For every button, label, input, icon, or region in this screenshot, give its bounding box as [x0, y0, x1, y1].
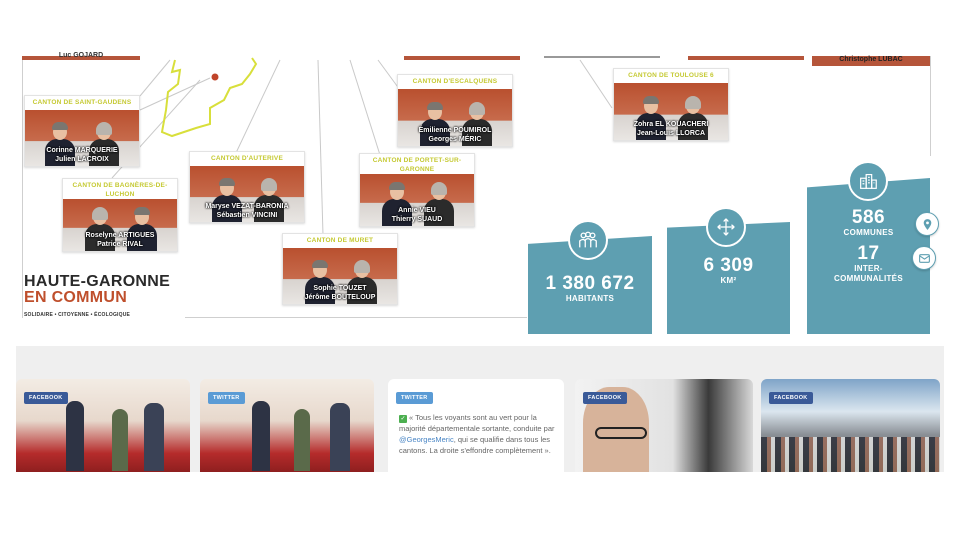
stat-label: HABITANTS — [565, 294, 615, 303]
canton-title: CANTON DE TOULOUSE 6 — [614, 69, 728, 83]
logo-line: EN COMMUN — [24, 289, 128, 306]
people-icon — [568, 220, 608, 260]
candidate-name: Maryse VEZAT-BARONIA — [205, 203, 289, 210]
canton-card[interactable]: CANTON DE MURET Sophie TOUZET Jérôme BOU… — [282, 233, 398, 305]
candidates-photo: Annie VIEU Thierry SUAUD — [360, 174, 474, 226]
candidate-names: Émilienne POUMIROL Georges MÉRIC — [398, 127, 512, 144]
area-arrows-icon — [706, 207, 746, 247]
canton-card[interactable]: CANTON DE PORTET-SUR-GARONNE Annie VIEU … — [359, 153, 475, 227]
candidate-name: Corinne MARQUERIE — [46, 147, 118, 154]
buildings-icon — [848, 161, 888, 201]
stat-value: 1 380 672 — [545, 273, 635, 294]
twitter-badge: TWITTER — [396, 392, 433, 404]
canton-title: CANTON DE SAINT-GAUDENS — [25, 96, 139, 110]
logo-tagline: SOLIDAIRE • CITOYENNE • ÉCOLOGIQUE — [24, 312, 131, 318]
stat-label: INTER- COMMUNALITÉS — [834, 264, 903, 283]
candidate-name: Georges MÉRIC — [428, 135, 482, 143]
candidate-names: Corinne MARQUERIE Julien LACROIX — [25, 147, 139, 164]
canton-card[interactable]: CANTON D'ESCALQUENS Émilienne POUMIROL G… — [397, 74, 513, 147]
canton-card[interactable]: CANTON DE BAGNÈRES-DE-LUCHON Roselyne AR… — [62, 178, 178, 252]
candidates-photo: Émilienne POUMIROL Georges MÉRIC — [398, 89, 512, 146]
candidates-photo: Zohra EL KOUACHERI Jean-Louis LLORCA — [614, 83, 728, 140]
haute-garonne-en-commun-logo[interactable]: HAUTE-GARONNE EN COMMUN SOLIDAIRE • CITO… — [24, 273, 171, 319]
candidate-name: Thierry SUAUD — [391, 215, 443, 223]
candidate-names: Maryse VEZAT-BARONIA Sébastien VINCINI — [190, 203, 304, 220]
candidate-names: Annie VIEU Thierry SUAUD — [360, 207, 474, 224]
candidate-names: Zohra EL KOUACHERI Jean-Louis LLORCA — [614, 121, 728, 138]
candidate-name: Jérôme BOUTELOUP — [304, 293, 376, 301]
candidates-photo: Sophie TOUZET Jérôme BOUTELOUP — [283, 248, 397, 304]
tweet-post[interactable]: TWITTER ✓ « Tous les voyants sont au vert… — [388, 379, 564, 472]
canton-title: CANTON DE MURET — [283, 234, 397, 248]
social-post[interactable]: FACEBOOK — [16, 379, 190, 472]
stat-value: 6 309 — [703, 255, 754, 276]
canton-title: CANTON D'AUTERIVE — [190, 152, 304, 166]
candidate-names: Sophie TOUZET Jérôme BOUTELOUP — [283, 285, 397, 302]
canton-title: CANTON DE PORTET-SUR-GARONNE — [360, 154, 474, 174]
candidate-name: Sébastien VINCINI — [216, 211, 278, 219]
mail-icon[interactable] — [912, 246, 936, 270]
twitter-badge: TWITTER — [208, 392, 245, 404]
facebook-badge: FACEBOOK — [24, 392, 68, 404]
stat-label: KM² — [720, 276, 737, 285]
page: Luc GOJARD Christophe LUBAC CANTON DE SA… — [0, 0, 960, 540]
location-pin-icon[interactable] — [915, 212, 939, 236]
candidate-name: Émilienne POUMIROL — [418, 127, 492, 134]
canton-card[interactable]: CANTON DE TOULOUSE 6 Zohra EL KOUACHERI … — [613, 68, 729, 141]
candidate-name: Roselyne ARTIGUES — [85, 232, 155, 239]
candidate-name: Patrice RIVAL — [97, 240, 143, 248]
check-icon: ✓ — [399, 415, 407, 423]
candidate-name: Sophie TOUZET — [313, 285, 367, 292]
candidate-name: Julien LACROIX — [55, 155, 109, 163]
logo-line: HAUTE-GARONNE — [24, 273, 171, 290]
candidate-name: Annie VIEU — [398, 207, 436, 214]
social-post[interactable]: FACEBOOK — [575, 379, 753, 472]
facebook-badge: FACEBOOK — [769, 392, 813, 404]
facebook-badge: FACEBOOK — [583, 392, 627, 404]
candidates-photo: Maryse VEZAT-BARONIA Sébastien VINCINI — [190, 166, 304, 222]
social-post[interactable]: TWITTER — [200, 379, 374, 472]
candidates-photo: Corinne MARQUERIE Julien LACROIX — [25, 110, 139, 166]
stat-label: COMMUNES — [843, 228, 894, 237]
canton-card[interactable]: CANTON D'AUTERIVE Maryse VEZAT-BARONIA S… — [189, 151, 305, 223]
tweet-body: « Tous les voyants sont au vert pour la … — [399, 413, 555, 433]
social-post[interactable]: FACEBOOK — [761, 379, 940, 472]
candidate-name: Jean-Louis LLORCA — [636, 129, 706, 137]
stat-value: 586 — [851, 207, 886, 228]
tweet-text: ✓ « Tous les voyants sont au vert pour la… — [399, 412, 557, 456]
candidates-photo: Roselyne ARTIGUES Patrice RIVAL — [63, 199, 177, 251]
candidate-names: Roselyne ARTIGUES Patrice RIVAL — [63, 232, 177, 249]
candidate-name: Zohra EL KOUACHERI — [633, 121, 709, 128]
canton-title: CANTON DE BAGNÈRES-DE-LUCHON — [63, 179, 177, 199]
canton-card[interactable]: CANTON DE SAINT-GAUDENS Corinne MARQUERI… — [24, 95, 140, 167]
mention-link[interactable]: @GeorgesMeric — [399, 435, 454, 444]
canton-title: CANTON D'ESCALQUENS — [398, 75, 512, 89]
